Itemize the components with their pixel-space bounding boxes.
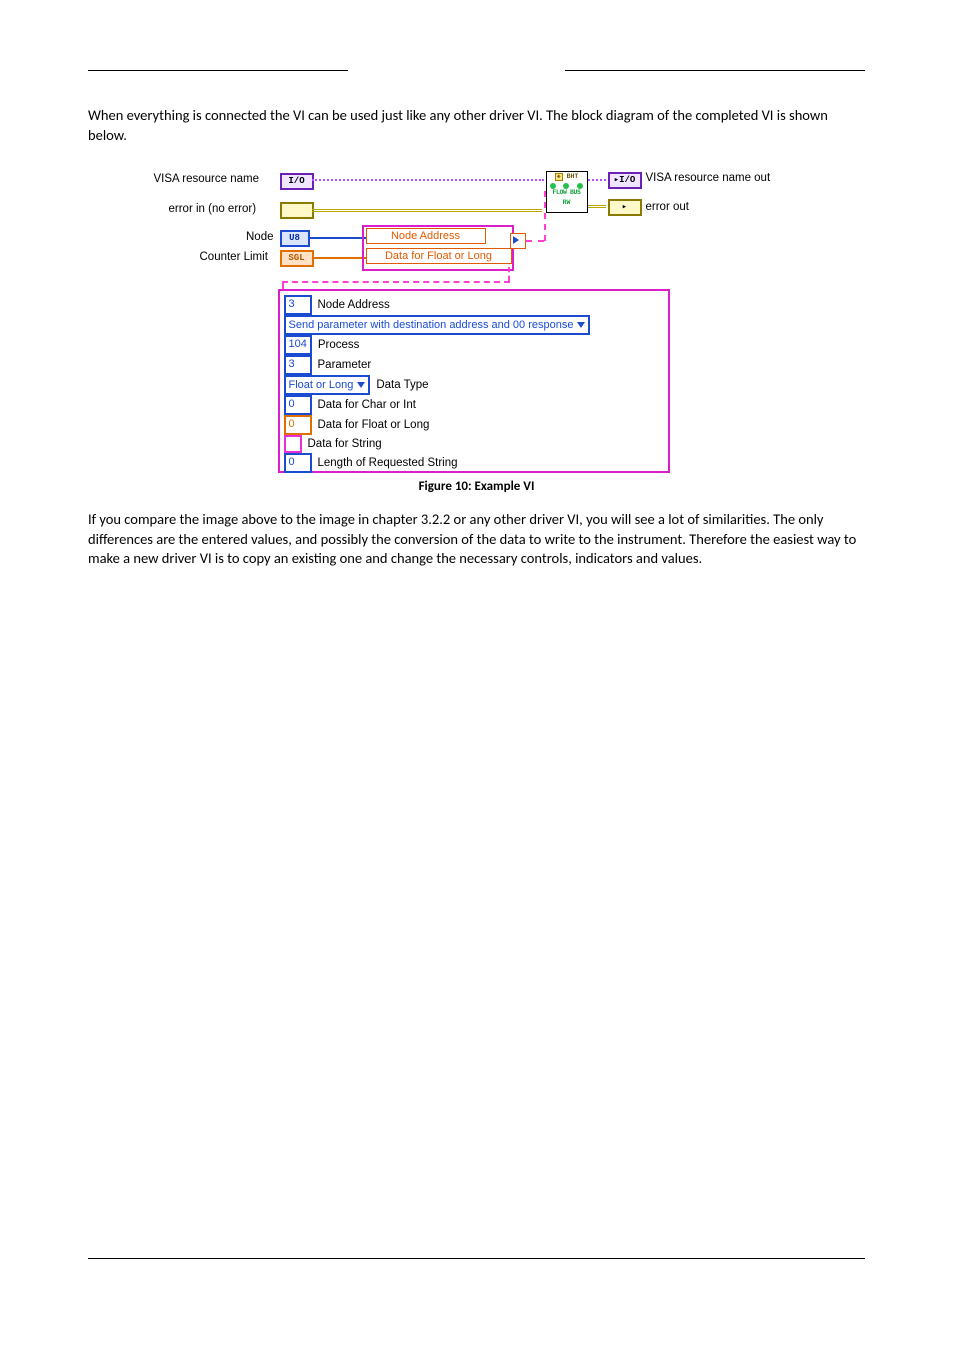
node-address-value: 3 (284, 295, 312, 315)
reqlen-label: Length of Requested String (318, 457, 458, 469)
label-node: Node (242, 231, 274, 243)
command-select: Send parameter with destination address … (284, 315, 591, 335)
wire-sgl (312, 257, 366, 259)
chevron-down-icon (357, 382, 365, 388)
subvi-badge-icon: ◈ (555, 173, 563, 182)
subvi-line2: RW (547, 200, 587, 210)
char-int-value: 0 (284, 395, 312, 415)
header-rule-right (565, 70, 865, 71)
intro-paragraph: When everything is connected the VI can … (88, 106, 865, 145)
label-error-out: error out (646, 201, 689, 213)
node-address-label: Node Address (318, 299, 390, 311)
footer-rule (88, 1258, 865, 1259)
label-error-in: error in (no error) (169, 203, 257, 215)
terminal-u8: U8 (280, 230, 310, 247)
chevron-down-icon (577, 322, 585, 328)
wire-visa (312, 179, 544, 181)
datatype-label: Data Type (376, 379, 428, 391)
label-visa-out: VISA resource name out (646, 172, 771, 184)
figure-caption: Figure 10: Example VI (88, 479, 865, 494)
header-rule-left (88, 70, 348, 71)
wire-bundle-out (526, 240, 544, 242)
wire-cluster-link-v (508, 267, 510, 281)
terminal-sgl: SGL (280, 250, 314, 267)
float-long-label: Data for Float or Long (318, 419, 430, 431)
wire-node (308, 237, 366, 239)
arrow-icon (513, 236, 519, 244)
terminal-io-out: ▸I/O (608, 172, 642, 189)
float-long-value: 0 (284, 415, 312, 435)
parameter-value: 3 (284, 355, 312, 375)
terminal-io-in: I/O (280, 173, 314, 190)
process-label: Process (318, 339, 360, 351)
char-int-label: Data for Char or Int (318, 399, 416, 411)
subvi-title: BHT (567, 174, 579, 181)
parameter-label: Parameter (318, 359, 372, 371)
outro-paragraph: If you compare the image above to the im… (88, 510, 865, 569)
wire-cluster-link-h (282, 281, 510, 283)
terminal-error-out: ▸ (608, 199, 642, 216)
bundle-box (362, 225, 514, 271)
label-counter-limit: Counter Limit (200, 251, 268, 263)
page-content: When everything is connected the VI can … (88, 106, 865, 583)
process-value: 104 (284, 335, 312, 355)
block-diagram: VISA resource name error in (no error) N… (154, 165, 800, 469)
wire-cluster-link-v2 (282, 281, 284, 289)
string-label: Data for String (308, 438, 382, 450)
reqlen-value: 0 (284, 453, 312, 473)
datatype-select: Float or Long (284, 375, 371, 395)
wire-error (312, 209, 542, 212)
terminal-error-in (280, 202, 314, 219)
wire-visa-out (588, 179, 606, 181)
wire-error-out (588, 205, 606, 208)
label-visa-in: VISA resource name (154, 173, 259, 185)
subvi-flowbus-rw: ◈ BHT FLOW BUS RW (546, 171, 588, 213)
cluster-constant: 3 Node Address Send parameter with desti… (278, 289, 670, 473)
string-value (284, 435, 302, 453)
